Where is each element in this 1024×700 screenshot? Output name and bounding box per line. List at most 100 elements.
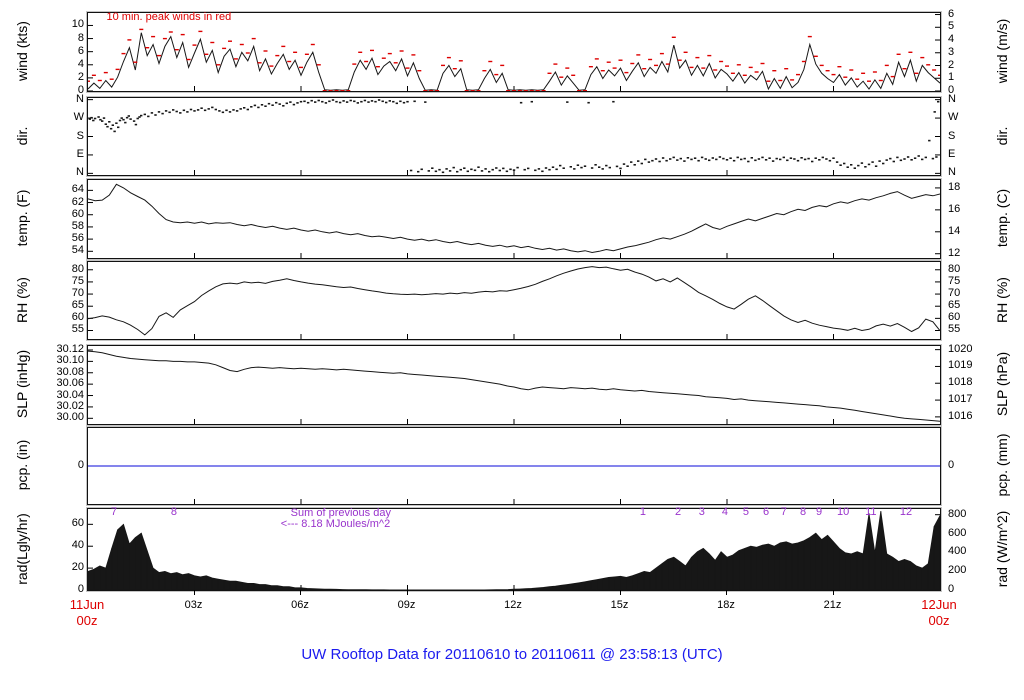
x-tick-mark [406, 590, 408, 595]
temp-ytick-l: 62 [71, 195, 84, 208]
panel-wind-speed: 0 2 4 6 8 10 0 1 2 3 4 5 6 10 min. peak winds in red w… [0, 8, 1024, 96]
x-start-date-line: 11Jun [69, 597, 105, 612]
rad-axis-title-right: rad (W/m^2) [994, 510, 1010, 587]
dir-ytick-r: W [948, 111, 959, 124]
x-tick-mark [832, 590, 834, 595]
slp-ytick-l: 30.00 [56, 411, 84, 424]
x-axis: 03z 06z 09z 12z 15z 18z 21z 11Jun 00z 12Jun 00z [0, 590, 1024, 640]
slp-axis-title-left: SLP (inHg) [14, 349, 30, 419]
rh-ytick-r: 55 [948, 323, 961, 336]
x-tick-label: 03z [184, 599, 203, 611]
panel-sea-level-pressure: 30.00 30.02 30.04 30.06 30.08 30.10 30.12 1016 1… [0, 343, 1024, 426]
pcp-ytick-l: 0 [77, 459, 84, 471]
temp-ytick-l: 56 [71, 232, 84, 245]
panel-wind-direction: N E S W N N E S W Ndir. dir. [0, 93, 1024, 179]
rh-ytick-l: 65 [71, 299, 84, 312]
rh-axis-title-right: RH (%) [994, 276, 1010, 323]
slp-ytick-l: 30.04 [56, 388, 84, 401]
dir-ytick-l: S [76, 129, 84, 142]
dir-plot [86, 96, 942, 177]
rad-axis-title-left: rad(Lgly/hr) [14, 512, 30, 585]
temp-ytick-l: 58 [71, 219, 84, 232]
x-tick-label: 15z [610, 599, 629, 611]
rh-plot [86, 260, 942, 341]
wind-ytick-l: 6 [77, 44, 84, 57]
rh-ytick-l: 60 [71, 311, 84, 324]
dir-ytick-l: N [76, 166, 84, 179]
x-end-date-line: 00z [928, 613, 950, 628]
x-tick-mark [513, 590, 514, 595]
rad-annotation: 5 [742, 506, 749, 519]
wind-plot [86, 11, 942, 93]
wind-axis-title-left: wind (kts) [14, 21, 30, 81]
weather-figure: 0 2 4 6 8 10 0 1 2 3 4 5 6 10 min. peak winds in red w… [0, 0, 1024, 700]
rad-annotation: 8 [799, 506, 807, 519]
slp-ytick-l: 30.10 [56, 354, 84, 367]
rh-ytick-l: 80 [71, 262, 84, 275]
rad-annotation: 7 [780, 506, 787, 519]
figure-title: UW Rooftop Data for 20110610 to 20110611… [301, 646, 723, 663]
rad-ytick-l: 60 [71, 517, 84, 530]
dir-ytick-l: W [73, 111, 84, 124]
wind-ytick-l: 2 [77, 70, 84, 83]
slp-axis-title-right: SLP (hPa) [994, 351, 1010, 417]
temp-ytick-l: 54 [71, 244, 84, 257]
dir-ytick-r: N [948, 166, 956, 179]
rad-annotation: 2 [675, 506, 682, 519]
rad-ytick-l: 40 [71, 539, 84, 552]
rh-ytick-l: 75 [71, 274, 84, 287]
rad-annotation: 3 [698, 506, 705, 519]
dir-ytick-r: E [948, 147, 956, 160]
x-tick-mark [193, 590, 195, 595]
x-end-date-line: 12Jun [921, 597, 957, 612]
rh-axis-title-left: RH (%) [14, 276, 30, 323]
rad-annotation: 7 [110, 506, 118, 519]
rad-plot [86, 507, 942, 592]
rad-annotation: 1 [639, 506, 646, 519]
rad-annotation: 4 [721, 506, 728, 519]
x-tick-label: 06z [291, 599, 309, 611]
pcp-plot [86, 426, 942, 506]
x-start-date-line: 00z [76, 613, 98, 628]
slp-ytick-l: 30.06 [56, 377, 84, 390]
rad-annotation: 10 [837, 506, 850, 519]
pcp-axis-title-right: pcp. (mm) [994, 433, 1010, 497]
panel-precipitation: 0 0 pcp. (in) pcp. (mm) [0, 426, 1024, 506]
x-tick-mark [619, 590, 621, 595]
rad-annotation: 8 [170, 506, 178, 519]
temp-axis-title-right: temp. (C) [994, 188, 1010, 248]
temp-axis-title-left: temp. (F) [14, 189, 30, 247]
wind-axis-title-right: wind (m/s) [994, 18, 1010, 84]
temp-ytick-l: 64 [71, 183, 84, 196]
slp-ytick-l: 30.08 [56, 365, 84, 378]
rad-annotation: 11 [865, 506, 877, 519]
panel-radiation: 0 20 40 60 0 200 400 600 800 Sum of previous day <… [0, 506, 1024, 595]
wind-annotation: 10 min. peak winds in red [106, 10, 232, 23]
dir-ytick-l: E [76, 147, 84, 160]
wind-ytick-l: 8 [77, 31, 84, 44]
x-tick-label: 12z [504, 599, 522, 611]
temp-ytick-l: 60 [71, 207, 84, 220]
rad-ytick-l: 20 [71, 561, 84, 574]
slp-plot [86, 344, 942, 426]
x-end-date-label: 12Jun 00z [921, 597, 956, 629]
slp-ytick-l: 30.02 [56, 399, 84, 412]
wind-ytick-l: 10 [71, 18, 84, 31]
rh-ytick-l: 55 [71, 323, 84, 336]
pcp-axis-title-left: pcp. (in) [14, 439, 30, 491]
rad-annotation: 6 [763, 506, 770, 519]
rh-ytick-r: 80 [948, 262, 961, 275]
temp-ytick-r: 12 [948, 246, 961, 259]
dir-axis-title-right: dir. [994, 126, 1010, 145]
rh-ytick-l: 70 [71, 287, 84, 300]
x-tick-label: 09z [397, 599, 416, 611]
x-tick-label: 21z [823, 599, 842, 611]
wind-ytick-l: 4 [77, 57, 84, 70]
temp-plot [86, 178, 942, 260]
x-tick-mark [300, 590, 301, 595]
rad-annotation: 12 [899, 506, 913, 519]
x-tick-mark [726, 590, 727, 595]
panel-relative-humidity: 55 60 65 70 75 80 55 60 65 70 75 80 RH (%) RH (%) [0, 260, 1024, 341]
dir-ytick-r: N [948, 92, 956, 105]
dir-axis-title-left: dir. [14, 126, 30, 145]
